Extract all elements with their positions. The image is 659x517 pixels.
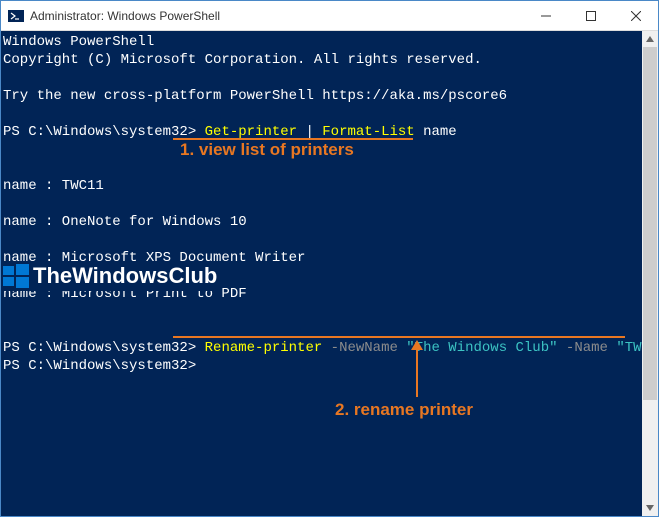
blank-line bbox=[3, 105, 658, 123]
blank-line bbox=[3, 195, 658, 213]
terminal-area[interactable]: Windows PowerShell Copyright (C) Microso… bbox=[1, 31, 658, 516]
thewindowsclub-logo: TheWindowsClub bbox=[3, 261, 217, 291]
command-line-2: PS C:\Windows\system32> Rename-printer -… bbox=[3, 339, 658, 357]
window-controls bbox=[523, 1, 658, 30]
header-line: Windows PowerShell bbox=[3, 33, 658, 51]
value: "The Windows Club" bbox=[406, 340, 557, 356]
windows-logo-icon bbox=[3, 263, 29, 289]
logo-text: TheWindowsClub bbox=[33, 267, 217, 285]
scroll-track[interactable] bbox=[642, 47, 658, 500]
cmdlet: Rename-printer bbox=[205, 340, 323, 356]
blank-line bbox=[3, 69, 658, 87]
powershell-icon bbox=[8, 8, 24, 24]
window-title: Administrator: Windows PowerShell bbox=[30, 9, 523, 23]
param: -NewName bbox=[322, 340, 406, 356]
arg: name bbox=[415, 124, 457, 140]
vertical-scrollbar[interactable] bbox=[642, 31, 658, 516]
printer-entry: name : TWC11 bbox=[3, 177, 658, 195]
prompt-line: PS C:\Windows\system32> bbox=[3, 357, 658, 375]
scroll-thumb[interactable] bbox=[643, 47, 657, 400]
maximize-button[interactable] bbox=[568, 1, 613, 30]
annotation-label-2: 2. rename printer bbox=[335, 401, 473, 419]
param: -Name bbox=[558, 340, 617, 356]
scroll-up-button[interactable] bbox=[642, 31, 658, 47]
close-button[interactable] bbox=[613, 1, 658, 30]
underline-annotation bbox=[173, 336, 625, 338]
blank-line bbox=[3, 159, 658, 177]
blank-line bbox=[3, 231, 658, 249]
printer-entry: name : OneNote for Windows 10 bbox=[3, 213, 658, 231]
header-line: Try the new cross-platform PowerShell ht… bbox=[3, 87, 658, 105]
prompt: PS C:\Windows\system32> bbox=[3, 340, 205, 356]
prompt: PS C:\Windows\system32> bbox=[3, 358, 205, 374]
header-line: Copyright (C) Microsoft Corporation. All… bbox=[3, 51, 658, 69]
minimize-button[interactable] bbox=[523, 1, 568, 30]
titlebar[interactable]: Administrator: Windows PowerShell bbox=[1, 1, 658, 31]
arrow-line bbox=[416, 349, 418, 397]
scroll-down-button[interactable] bbox=[642, 500, 658, 516]
annotation-label-1: 1. view list of printers bbox=[180, 141, 354, 159]
powershell-window: Administrator: Windows PowerShell Window… bbox=[0, 0, 659, 517]
blank-line bbox=[3, 303, 658, 321]
